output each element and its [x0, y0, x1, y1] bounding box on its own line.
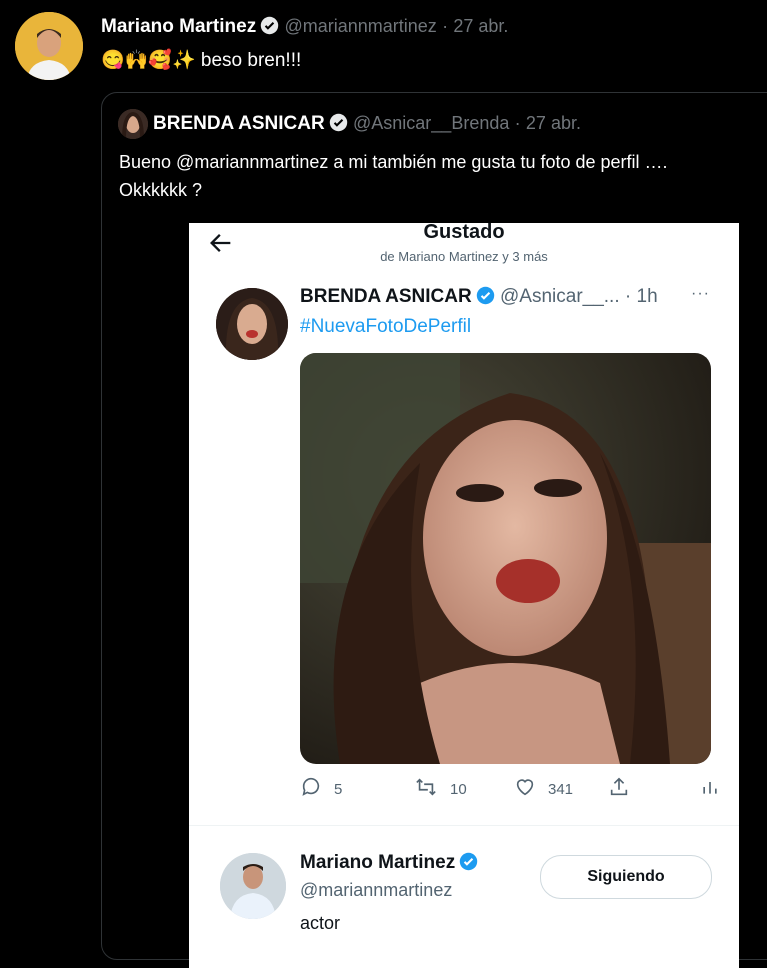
- verified-icon: [459, 852, 478, 871]
- outer-tweet-text: 😋🙌🥰✨ beso bren!!!: [101, 48, 301, 72]
- quoted-tweet-text: Bueno @mariannmartinez a mi también me g…: [119, 148, 764, 204]
- following-button[interactable]: Siguiendo: [540, 855, 712, 899]
- verified-icon: [260, 16, 279, 35]
- profile-name[interactable]: Mariano Martinez: [300, 852, 455, 873]
- quoted-text-line-2: Okkkkkk ?: [119, 180, 203, 200]
- verified-icon: [329, 113, 348, 132]
- tweet-time[interactable]: 1h: [637, 286, 658, 307]
- quoted-date[interactable]: 27 abr.: [526, 113, 581, 133]
- retweet-icon[interactable]: [414, 776, 438, 802]
- page-subtitle: de Mariano Martinez y 3 más: [380, 249, 548, 264]
- author-handle[interactable]: @mariannmartinez: [284, 16, 436, 36]
- tweet-handle[interactable]: @Asnicar__...: [500, 286, 620, 307]
- avatar-brenda-small[interactable]: [118, 109, 148, 139]
- tweet-text: beso bren!!!: [200, 50, 302, 71]
- emoji-group: 😋🙌🥰✨: [101, 50, 196, 71]
- retweet-count: 10: [450, 780, 467, 798]
- avatar-brenda[interactable]: [216, 288, 288, 360]
- quoted-author-name[interactable]: BRENDA ASNICAR: [153, 113, 325, 134]
- quoted-tweet-header: BRENDA ASNICAR @Asnicar__Brenda · 27 abr…: [153, 113, 581, 135]
- like-count: 341: [548, 780, 574, 798]
- divider: [189, 825, 739, 826]
- hashtag-link[interactable]: #NuevaFotoDePerfil: [300, 316, 471, 338]
- verified-icon: [476, 286, 495, 305]
- tweet-photo[interactable]: [300, 353, 711, 764]
- tweet-author-name[interactable]: BRENDA ASNICAR: [300, 286, 472, 307]
- analytics-icon[interactable]: [700, 776, 720, 802]
- avatar-mariano[interactable]: [15, 12, 83, 80]
- share-icon[interactable]: [608, 776, 630, 802]
- profile-bio: actor: [300, 913, 341, 933]
- more-icon[interactable]: ···: [691, 285, 710, 303]
- profile-name-row: Mariano Martinez: [300, 852, 478, 874]
- quoted-handle[interactable]: @Asnicar__Brenda: [353, 113, 509, 133]
- avatar-mariano-profile[interactable]: [220, 853, 286, 919]
- separator: ·: [624, 286, 632, 307]
- outer-tweet-header: Mariano Martinez @mariannmartinez · 27 a…: [101, 16, 508, 38]
- profile-handle[interactable]: @mariannmartinez: [300, 880, 452, 901]
- like-icon[interactable]: [514, 776, 536, 802]
- tweet-date[interactable]: 27 abr.: [453, 16, 508, 36]
- reply-count: 5: [334, 780, 343, 798]
- author-name[interactable]: Mariano Martinez: [101, 16, 256, 37]
- separator: ·: [442, 16, 449, 36]
- tweet-header: BRENDA ASNICAR @Asnicar__... · 1h: [300, 286, 658, 308]
- page-title: Gustado: [423, 223, 505, 243]
- tweet-actions: 5 10 341: [300, 776, 720, 802]
- quoted-text-line-1: Bueno @mariannmartinez a mi también me g…: [119, 152, 668, 172]
- reply-icon[interactable]: [300, 776, 322, 802]
- separator: ·: [514, 113, 521, 133]
